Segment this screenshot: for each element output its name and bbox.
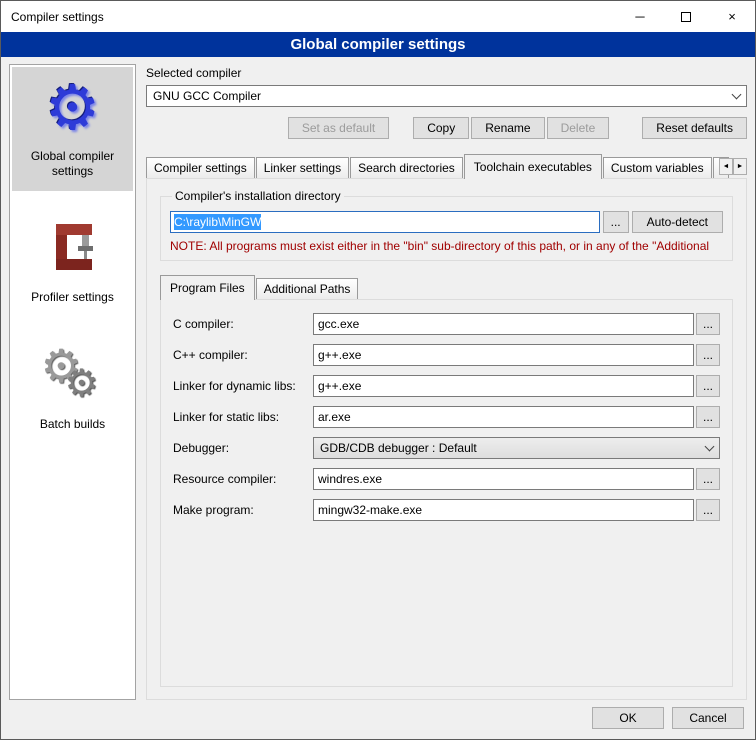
installation-directory-input[interactable]: C:\raylib\MinGW [170,211,600,233]
tab-toolchain-executables[interactable]: Toolchain executables [464,154,602,179]
field-label: C compiler: [173,317,313,331]
gears-gray-icon: ⚙ ⚙ [41,345,105,409]
reset-defaults-button[interactable]: Reset defaults [642,117,747,139]
sidebar-item-profiler-settings[interactable]: Profiler settings [12,209,133,317]
tab-search-directories[interactable]: Search directories [350,157,463,178]
sidebar-item-batch-builds[interactable]: ⚙ ⚙ Batch builds [12,335,133,444]
maximize-button[interactable] [663,1,709,32]
sidebar-item-global-compiler-settings[interactable]: ⚙ Global compiler settings [12,67,133,191]
resource-compiler-browse-button[interactable]: ... [696,468,720,490]
selected-compiler-label: Selected compiler [146,66,747,80]
rename-button[interactable]: Rename [471,117,544,139]
titlebar: Compiler settings ─ × [1,1,755,32]
page-title: Global compiler settings [1,32,755,57]
sidebar-item-label: Global compiler settings [14,149,131,179]
field-label: Resource compiler: [173,472,313,486]
profiler-clamp-icon [44,219,102,282]
compiler-settings-dialog: Compiler settings ─ × Global compiler se… [0,0,756,740]
installation-directory-value: C:\raylib\MinGW [174,214,261,230]
tab-compiler-settings[interactable]: Compiler settings [146,157,255,178]
window-title: Compiler settings [11,10,617,24]
arrow-right-icon: ► [737,163,744,170]
auto-detect-button[interactable]: Auto-detect [632,211,723,233]
gear-blue-icon: ⚙ [45,77,101,141]
c-compiler-browse-button[interactable]: ... [696,313,720,335]
tab-scroll-left-button[interactable]: ◄ [719,158,733,175]
linker-dynamic-input[interactable] [313,375,694,397]
field-label: Linker for dynamic libs: [173,379,313,393]
sidebar-item-label: Batch builds [40,417,105,432]
field-row-linker-dynamic: Linker for dynamic libs: ... [173,375,720,397]
main-panel: Selected compiler GNU GCC Compiler Set a… [146,64,747,700]
compiler-actions: Set as default Copy Rename Delete Reset … [146,117,747,139]
cpp-compiler-browse-button[interactable]: ... [696,344,720,366]
installation-directory-legend: Compiler's installation directory [172,189,344,203]
field-label: Make program: [173,503,313,517]
linker-static-input[interactable] [313,406,694,428]
tab-scroll-controls: ◄ ► [719,158,747,175]
subtab-strip: Program Files Additional Paths [160,275,733,299]
close-icon: × [728,9,736,24]
chevron-down-icon [700,439,718,457]
c-compiler-input[interactable] [313,313,694,335]
minimize-button[interactable]: ─ [617,1,663,32]
subtab-program-files[interactable]: Program Files [160,275,255,300]
make-program-browse-button[interactable]: ... [696,499,720,521]
resource-compiler-input[interactable] [313,468,694,490]
installation-directory-group: Compiler's installation directory C:\ray… [160,189,733,261]
linker-static-browse-button[interactable]: ... [696,406,720,428]
make-program-input[interactable] [313,499,694,521]
cpp-compiler-input[interactable] [313,344,694,366]
maximize-icon [681,12,691,22]
field-row-resource-compiler: Resource compiler: ... [173,468,720,490]
debugger-select[interactable]: GDB/CDB debugger : Default [313,437,720,459]
field-row-debugger: Debugger: GDB/CDB debugger : Default [173,437,720,459]
copy-button[interactable]: Copy [413,117,469,139]
window-controls: ─ × [617,1,755,32]
debugger-value: GDB/CDB debugger : Default [320,441,477,455]
chevron-down-icon [727,87,745,105]
field-label: C++ compiler: [173,348,313,362]
field-row-make-program: Make program: ... [173,499,720,521]
tab-custom-variables[interactable]: Custom variables [603,157,712,178]
subtab-additional-paths[interactable]: Additional Paths [256,278,359,299]
field-row-linker-static: Linker for static libs: ... [173,406,720,428]
set-as-default-button: Set as default [288,117,389,139]
minimize-icon: ─ [635,9,644,24]
dialog-body: ⚙ Global compiler settings Profiler sett… [1,57,755,700]
settings-sidebar: ⚙ Global compiler settings Profiler sett… [9,64,136,700]
bin-directory-note: NOTE: All programs must exist either in … [170,239,723,253]
cancel-button[interactable]: Cancel [672,707,744,729]
field-label: Linker for static libs: [173,410,313,424]
installation-directory-row: C:\raylib\MinGW ... Auto-detect [170,211,723,233]
tab-scroll-right-button[interactable]: ► [733,158,747,175]
dialog-footer: OK Cancel [1,700,755,739]
program-files-panel: C compiler: ... C++ compiler: ... Linker… [160,299,733,687]
linker-dynamic-browse-button[interactable]: ... [696,375,720,397]
selected-compiler-value: GNU GCC Compiler [153,89,261,103]
ok-button[interactable]: OK [592,707,664,729]
tab-strip: Compiler settings Linker settings Search… [146,154,747,178]
toolchain-executables-panel: Compiler's installation directory C:\ray… [146,178,747,700]
installation-directory-browse-button[interactable]: ... [603,211,629,233]
arrow-left-icon: ◄ [723,163,730,170]
field-row-c-compiler: C compiler: ... [173,313,720,335]
sidebar-item-label: Profiler settings [31,290,114,305]
field-label: Debugger: [173,441,313,455]
delete-button: Delete [547,117,610,139]
selected-compiler-select[interactable]: GNU GCC Compiler [146,85,747,107]
field-row-cpp-compiler: C++ compiler: ... [173,344,720,366]
tab-linker-settings[interactable]: Linker settings [256,157,349,178]
close-button[interactable]: × [709,1,755,32]
